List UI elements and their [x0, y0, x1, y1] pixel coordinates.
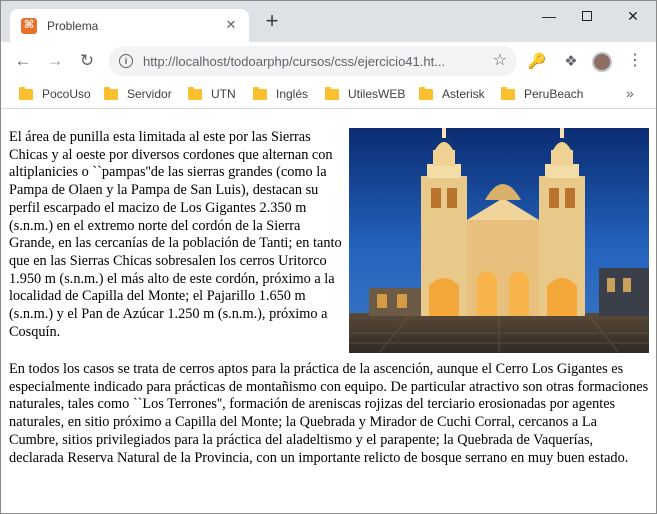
bookmarks-bar: PocoUso Servidor UTN Inglés UtilesWEB As…	[1, 80, 656, 109]
cathedral-photo	[349, 128, 649, 353]
key-extension-icon[interactable]: 🔑	[527, 52, 547, 72]
minimize-icon[interactable]: —	[534, 7, 564, 25]
bookmark-label: PocoUso	[42, 87, 91, 101]
new-tab-icon[interactable]: +	[261, 10, 283, 32]
bookmark-folder[interactable]: UtilesWEB	[325, 86, 405, 102]
bookmark-star-icon[interactable]: ☆	[493, 51, 507, 71]
cathedral-illustration	[349, 128, 649, 353]
browser-toolbar: ← → ↻ i http://localhost/todoarphp/curso…	[1, 42, 656, 80]
page-content: El área de punilla esta limitada al este…	[9, 113, 649, 513]
menu-kebab-icon[interactable]: ⋮	[625, 51, 645, 71]
folder-icon	[188, 86, 202, 100]
url-text[interactable]: http://localhost/todoarphp/cursos/css/ej…	[143, 54, 477, 69]
bookmark-label: Inglés	[276, 87, 309, 101]
bookmark-label: UTN	[211, 87, 236, 101]
close-window-icon[interactable]: ✕	[618, 7, 648, 25]
address-bar[interactable]: i http://localhost/todoarphp/cursos/css/…	[109, 46, 517, 76]
folder-icon	[419, 86, 433, 100]
folder-icon	[19, 86, 33, 100]
back-arrow-icon[interactable]: ←	[13, 51, 33, 71]
folder-icon	[104, 86, 118, 100]
bookmark-folder[interactable]: UTN	[188, 86, 236, 102]
folder-icon	[325, 86, 339, 100]
bookmark-folder[interactable]: PeruBeach	[501, 86, 583, 102]
profile-avatar[interactable]	[592, 52, 612, 72]
folder-icon	[253, 86, 267, 100]
bookmark-label: UtilesWEB	[348, 87, 406, 101]
reload-icon[interactable]: ↻	[77, 51, 97, 71]
bookmark-folder[interactable]: Servidor	[104, 86, 172, 102]
tab-close-icon[interactable]: ✕	[223, 17, 239, 33]
bookmark-folder[interactable]: Inglés	[253, 86, 308, 102]
paragraph-cerros: En todos los casos se trata de cerros ap…	[9, 361, 649, 466]
browser-window: ⌘ Problema ✕ + — ✕ ← → ↻ i http://localh…	[0, 0, 657, 514]
extensions-puzzle-icon[interactable]: ❖	[561, 52, 581, 72]
forward-arrow-icon[interactable]: →	[45, 51, 65, 71]
folder-icon	[501, 86, 515, 100]
tab-active[interactable]: ⌘ Problema ✕	[10, 9, 249, 42]
bookmark-folder[interactable]: PocoUso	[19, 86, 91, 102]
maximize-icon[interactable]	[572, 7, 602, 25]
tab-title: Problema	[47, 18, 99, 33]
bookmark-label: PeruBeach	[524, 87, 584, 101]
bookmarks-overflow-chevron-icon[interactable]: »	[626, 85, 634, 101]
site-info-icon[interactable]: i	[119, 54, 133, 68]
bookmark-label: Servidor	[127, 87, 172, 101]
bookmark-label: Asterisk	[442, 87, 485, 101]
site-favicon-icon: ⌘	[21, 17, 37, 34]
tab-strip: ⌘ Problema ✕ + — ✕	[1, 1, 656, 42]
bookmark-folder[interactable]: Asterisk	[419, 86, 485, 102]
